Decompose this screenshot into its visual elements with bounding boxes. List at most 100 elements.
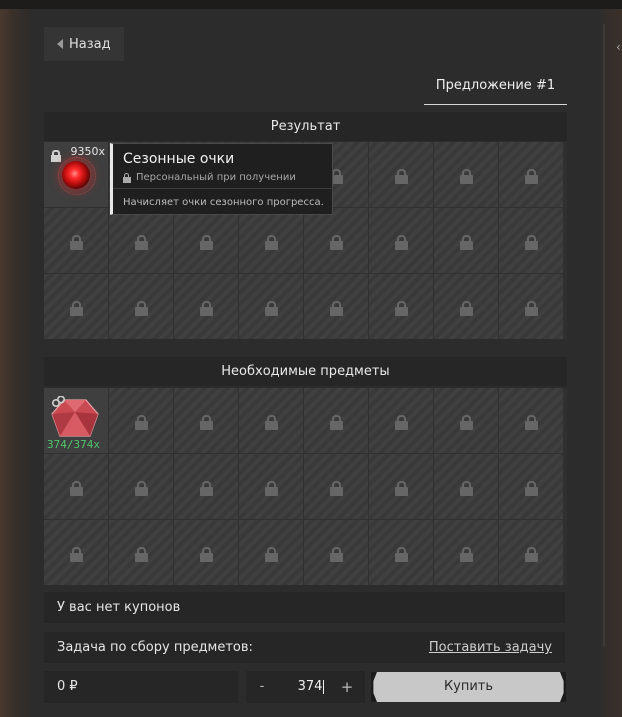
slot-cell xyxy=(369,388,433,453)
lock-icon xyxy=(525,414,538,430)
slot-cell xyxy=(174,520,238,585)
scrollbar[interactable] xyxy=(603,24,605,646)
result-item-slot[interactable]: 9350x xyxy=(44,142,108,207)
lock-icon xyxy=(330,414,343,430)
quantity-input[interactable]: 374 xyxy=(286,671,336,703)
slot-cell xyxy=(44,520,108,585)
lock-icon xyxy=(265,300,278,316)
required-item-slot[interactable]: 374/374x xyxy=(44,388,108,453)
tooltip-subtitle-text: Персональный при получении xyxy=(136,172,296,183)
slot-cell xyxy=(369,208,433,273)
slot-cell xyxy=(434,208,498,273)
task-label: Задача по сбору предметов: xyxy=(57,640,253,655)
lock-icon xyxy=(200,300,213,316)
lock-icon xyxy=(70,546,83,562)
edge-arrow-icon: ‹ xyxy=(616,40,621,54)
lock-icon xyxy=(330,300,343,316)
slot-cell xyxy=(304,520,368,585)
increase-button[interactable]: + xyxy=(333,671,361,703)
lock-icon xyxy=(200,234,213,250)
price-value: 0 ₽ xyxy=(57,679,78,694)
lock-icon xyxy=(460,168,473,184)
task-bar: Задача по сбору предметов: Поставить зад… xyxy=(44,632,565,663)
tooltip-divider xyxy=(113,188,333,189)
lock-icon xyxy=(135,300,148,316)
slot-cell xyxy=(369,274,433,339)
lock-icon xyxy=(525,234,538,250)
slot-cell xyxy=(304,208,368,273)
slot-cell xyxy=(499,388,563,453)
lock-icon xyxy=(200,480,213,496)
tab-offer-1[interactable]: Предложение #1 xyxy=(424,72,567,105)
tooltip-subtitle: Персональный при получении xyxy=(123,172,296,183)
result-header: Результат xyxy=(44,112,567,141)
slot-cell xyxy=(369,142,433,207)
lock-icon xyxy=(265,234,278,250)
slot-cell xyxy=(369,454,433,519)
lock-icon xyxy=(460,546,473,562)
lock-icon xyxy=(395,480,408,496)
price-display: 0 ₽ xyxy=(44,671,238,703)
slot-cell xyxy=(239,208,303,273)
slot-cell xyxy=(434,274,498,339)
slot-cell xyxy=(369,520,433,585)
text-caret xyxy=(323,679,325,694)
slot-cell xyxy=(109,208,173,273)
lock-icon xyxy=(460,300,473,316)
decrease-button[interactable]: - xyxy=(246,671,278,703)
top-strip xyxy=(0,0,622,9)
slot-cell xyxy=(109,454,173,519)
slot-cell xyxy=(174,208,238,273)
back-arrow-icon xyxy=(57,39,63,49)
slot-cell xyxy=(109,274,173,339)
item-tooltip: Сезонные очки Персональный при получении… xyxy=(110,143,333,215)
slot-cell xyxy=(109,520,173,585)
slot-cell xyxy=(499,274,563,339)
lock-icon xyxy=(265,546,278,562)
lock-icon xyxy=(135,234,148,250)
slot-cell xyxy=(174,388,238,453)
tooltip-title: Сезонные очки xyxy=(123,151,235,167)
lock-icon xyxy=(135,546,148,562)
slot-cell xyxy=(304,388,368,453)
slot-cell xyxy=(499,208,563,273)
slot-cell xyxy=(239,520,303,585)
quantity-value: 374 xyxy=(297,679,323,694)
slot-cell xyxy=(434,454,498,519)
quantity-stepper[interactable]: - 374 + xyxy=(246,671,365,703)
lock-icon xyxy=(395,414,408,430)
lock-icon xyxy=(395,546,408,562)
slot-cell xyxy=(239,454,303,519)
buy-button[interactable]: Купить xyxy=(371,672,566,702)
slot-cell xyxy=(109,388,173,453)
lock-icon xyxy=(123,172,131,183)
lock-icon xyxy=(395,234,408,250)
lock-icon xyxy=(525,300,538,316)
set-task-link[interactable]: Поставить задачу xyxy=(429,632,552,663)
slot-cell xyxy=(44,454,108,519)
back-button[interactable]: Назад xyxy=(44,27,124,61)
lock-icon xyxy=(330,546,343,562)
lock-icon xyxy=(135,414,148,430)
lock-icon xyxy=(525,168,538,184)
slot-cell xyxy=(499,520,563,585)
coupons-bar: У вас нет купонов xyxy=(44,592,565,623)
slot-cell xyxy=(239,274,303,339)
seasonal-points-orb-icon xyxy=(62,161,90,189)
lock-icon xyxy=(265,414,278,430)
slot-cell xyxy=(304,274,368,339)
slot-cell xyxy=(239,388,303,453)
slot-cell xyxy=(434,520,498,585)
slot-cell xyxy=(499,142,563,207)
lock-icon xyxy=(525,480,538,496)
lock-icon xyxy=(70,480,83,496)
required-header: Необходимые предметы xyxy=(44,357,567,386)
lock-icon xyxy=(70,300,83,316)
red-crystal-gem-icon xyxy=(51,396,99,437)
buy-left-cap xyxy=(371,672,377,702)
slot-cell xyxy=(44,208,108,273)
lock-icon xyxy=(460,480,473,496)
lock-icon xyxy=(200,546,213,562)
buy-right-cap xyxy=(560,672,566,702)
slot-cell xyxy=(174,274,238,339)
